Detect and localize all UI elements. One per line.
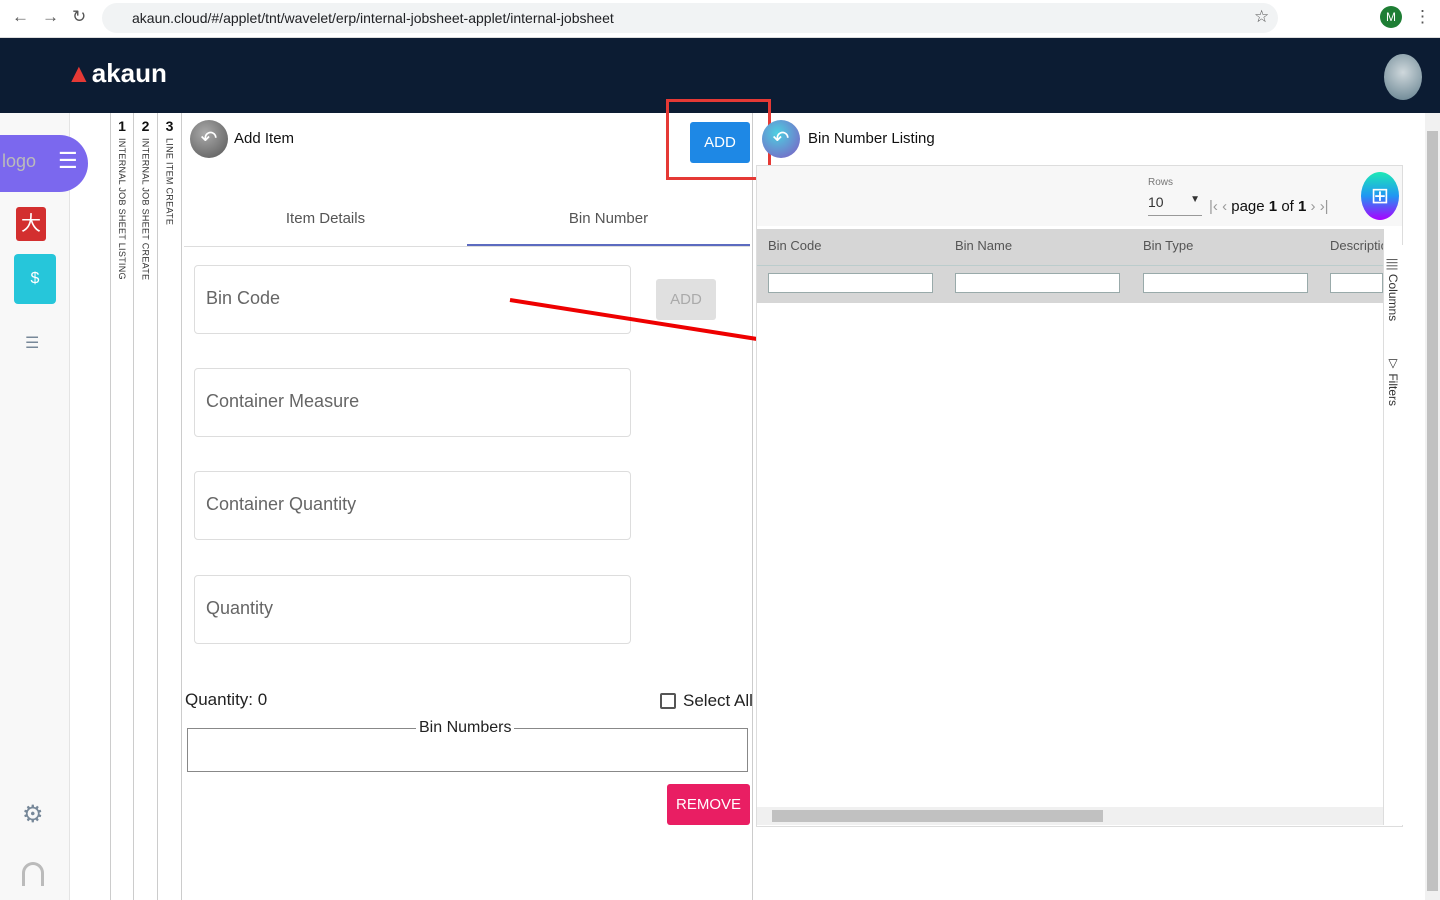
- step-2[interactable]: 2 INTERNAL JOB SHEET CREATE: [134, 113, 158, 900]
- invoice-icon[interactable]: $: [14, 254, 56, 304]
- prev-page-icon[interactable]: ‹: [1222, 198, 1227, 215]
- first-page-icon[interactable]: |‹: [1209, 198, 1218, 215]
- back-icon[interactable]: ←: [12, 7, 29, 27]
- vertical-scrollbar[interactable]: [1425, 113, 1440, 900]
- menu-collapse-icon[interactable]: ☰: [58, 148, 78, 174]
- profile-icon[interactable]: M: [1380, 6, 1402, 28]
- grid-view-icon[interactable]: ⊞: [1361, 172, 1399, 220]
- step-1[interactable]: 1 INTERNAL JOB SHEET LISTING: [110, 113, 134, 900]
- filters-side-tab[interactable]: ▽ Filters: [1386, 356, 1400, 406]
- select-all-checkbox[interactable]: [660, 693, 676, 709]
- quantity-input[interactable]: Quantity: [194, 575, 631, 644]
- panel-title: Add Item: [234, 130, 295, 147]
- logo-image: logo: [2, 151, 37, 171]
- filter-bin-type[interactable]: [1143, 273, 1308, 293]
- forward-icon[interactable]: →: [42, 7, 59, 27]
- tab-bin-number[interactable]: Bin Number: [467, 200, 750, 246]
- pager: |‹ ‹ page 1 of 1 › ›|: [1209, 198, 1329, 215]
- rows-select[interactable]: 10 ▼: [1148, 194, 1202, 216]
- app-icon-red[interactable]: 大: [16, 207, 46, 241]
- col-bin-name[interactable]: Bin Name: [955, 238, 1012, 253]
- bin-numbers-legend: Bin Numbers: [416, 719, 515, 737]
- remove-button[interactable]: REMOVE: [667, 784, 750, 825]
- filter-description[interactable]: [1330, 273, 1383, 293]
- avatar[interactable]: [1384, 54, 1422, 100]
- columns-side-tab[interactable]: |||| Columns: [1386, 258, 1400, 321]
- list-icon[interactable]: ☰: [25, 333, 39, 353]
- col-description[interactable]: Descriptio: [1330, 238, 1383, 253]
- quantity-summary: Quantity: 0: [185, 690, 268, 709]
- step-3[interactable]: 3 LINE ITEM CREATE: [158, 113, 182, 900]
- user-icon[interactable]: [22, 862, 44, 886]
- select-all-label: Select All: [683, 691, 753, 710]
- last-page-icon[interactable]: ›|: [1320, 198, 1329, 215]
- filter-bin-code[interactable]: [768, 273, 933, 293]
- listing-title: Bin Number Listing: [808, 130, 935, 147]
- container-measure-input[interactable]: Container Measure: [194, 368, 631, 437]
- back-button[interactable]: ↶: [190, 120, 228, 158]
- col-bin-code[interactable]: Bin Code: [768, 238, 821, 253]
- container-quantity-input[interactable]: Container Quantity: [194, 471, 631, 540]
- gear-icon[interactable]: ⚙: [22, 800, 44, 829]
- filter-bin-name[interactable]: [955, 273, 1120, 293]
- grid: Rows 10 ▼ |‹ ‹ page 1 of 1 › ›| ⊞: [756, 165, 1403, 827]
- horizontal-scrollbar[interactable]: [757, 807, 1383, 825]
- browser-toolbar: ← → ↻ akaun.cloud/#/applet/tnt/wavelet/e…: [0, 0, 1440, 38]
- tab-item-details[interactable]: Item Details: [184, 200, 467, 246]
- address-bar[interactable]: akaun.cloud/#/applet/tnt/wavelet/erp/int…: [102, 3, 1278, 33]
- star-icon[interactable]: ☆: [1254, 7, 1269, 27]
- listing-back-button[interactable]: ↶: [762, 120, 800, 158]
- menu-icon[interactable]: ⋮: [1414, 7, 1431, 27]
- sidebar-toggle[interactable]: logo ☰: [0, 135, 88, 192]
- reload-icon[interactable]: ↻: [72, 7, 86, 27]
- next-page-icon[interactable]: ›: [1311, 198, 1316, 215]
- col-bin-type[interactable]: Bin Type: [1143, 238, 1193, 253]
- brand-logo[interactable]: ▲akaun: [66, 58, 167, 89]
